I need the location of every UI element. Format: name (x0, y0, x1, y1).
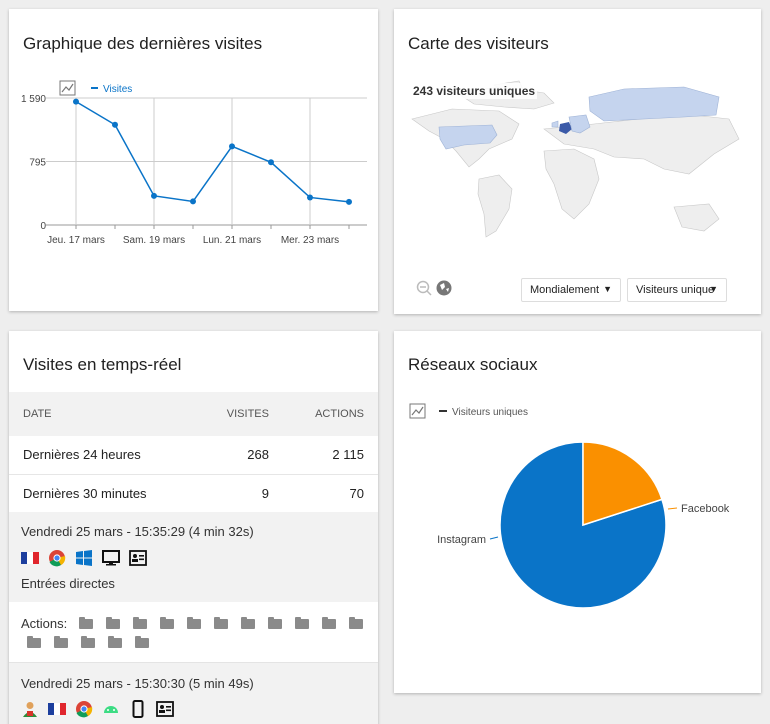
row-visits: 9 (196, 474, 283, 513)
column-header-visits: VISITES (196, 392, 283, 436)
folder-icon[interactable] (214, 617, 228, 629)
social-networks-card: Réseaux sociaux Visiteurs uniques Instag… (394, 331, 761, 693)
visit-datetime: Vendredi 25 mars - 15:30:30 (5 min 49s) (21, 676, 254, 691)
chevron-down-icon: ▼ (709, 284, 718, 294)
metric-select-value: Visiteurs unique (636, 284, 715, 296)
visits-line-chart: Visites 1 590 795 0Jeu. 17 mars Sam. 19 mar… (21, 80, 367, 246)
data-point[interactable] (73, 98, 79, 105)
folder-icon[interactable] (160, 617, 174, 629)
x-tick-label: Mer. 23 mars (281, 235, 339, 246)
data-point[interactable] (151, 192, 157, 199)
pie-label-facebook: Facebook (681, 503, 730, 515)
y-tick-label: 1 590 (21, 94, 46, 105)
table-row: Dernières 30 minutes 9 70 (9, 474, 378, 513)
folder-icon[interactable] (81, 636, 95, 648)
column-header-date: DATE (9, 392, 197, 436)
folder-icon[interactable] (187, 617, 201, 629)
zoom-out-icon[interactable] (416, 280, 432, 296)
data-point[interactable] (307, 194, 313, 201)
folder-icon[interactable] (241, 617, 255, 629)
android-icon (104, 706, 118, 713)
table-row: Dernières 24 heures 268 2 115 (9, 436, 378, 475)
visitor-map-card: Carte des visiteurs 243 visiteurs unique… (394, 9, 761, 314)
data-point[interactable] (112, 121, 118, 128)
y-tick-label: 795 (29, 158, 46, 169)
chrome-icon (76, 701, 93, 718)
data-point[interactable] (268, 159, 274, 166)
folder-icon[interactable] (106, 617, 120, 629)
folder-icon[interactable] (322, 617, 336, 629)
actions-label: Actions: (21, 616, 68, 631)
chart-type-icon[interactable] (59, 80, 76, 96)
social-pie-chart: Visiteurs uniques Instagram Facebook (409, 403, 730, 609)
world-map[interactable] (394, 79, 761, 254)
row-actions: 2 115 (282, 436, 378, 475)
folder-icon[interactable] (349, 617, 363, 629)
smartphone-icon (132, 700, 144, 718)
y-tick-label: 0 (40, 221, 46, 232)
visitor-profile-icon[interactable] (21, 700, 39, 718)
data-point[interactable] (190, 198, 196, 205)
realtime-visits-card: Visites en temps-réel DATE VISITES ACTIO… (9, 331, 378, 724)
pie-label-connector (489, 536, 499, 540)
folder-icon[interactable] (135, 636, 149, 648)
contact-card-icon (129, 550, 147, 566)
x-tick-label: Sam. 19 mars (123, 235, 185, 246)
folder-icon[interactable] (27, 636, 41, 648)
visit-actions: Actions: (9, 602, 378, 662)
scope-select[interactable]: Mondialement ▼ (521, 278, 621, 302)
visit-datetime: Vendredi 25 mars - 15:35:29 (4 min 32s) (21, 524, 254, 539)
visit-referrer: Entrées directes (21, 576, 115, 591)
x-tick-label: Jeu. 17 mars (47, 235, 105, 246)
visit-log-entry[interactable]: Vendredi 25 mars - 15:30:30 (5 min 49s) (9, 662, 378, 724)
series-line-visites (75, 100, 350, 203)
visitor-map-title: Carte des visiteurs (408, 34, 549, 53)
flag-france-icon (21, 552, 39, 564)
legend-label: Visites (103, 84, 132, 95)
map-russia[interactable] (588, 86, 720, 122)
visit-log-entry[interactable]: Vendredi 25 mars - 15:35:29 (4 min 32s) … (9, 512, 378, 602)
unique-visitors-count: 243 visiteurs uniques (411, 83, 538, 99)
metric-select[interactable]: Visiteurs unique ▼ (627, 278, 727, 302)
chrome-icon (49, 550, 66, 567)
action-icons-row-1 (79, 617, 363, 629)
pie-label-connector (667, 507, 678, 510)
action-icons-row-2 (27, 636, 149, 648)
legend-label: Visiteurs uniques (452, 407, 528, 418)
row-label: Dernières 30 minutes (9, 474, 197, 513)
windows-icon (76, 550, 92, 566)
folder-icon[interactable] (295, 617, 309, 629)
folder-icon[interactable] (133, 617, 147, 629)
folder-icon[interactable] (108, 636, 122, 648)
contact-card-icon (156, 701, 174, 717)
data-point[interactable] (346, 198, 352, 205)
folder-icon[interactable] (79, 617, 93, 629)
visits-graph-card: Graphique des dernières visites Visites … (9, 9, 378, 311)
chevron-down-icon: ▼ (603, 284, 612, 294)
globe-icon[interactable] (436, 280, 452, 296)
desktop-icon (102, 550, 120, 566)
row-label: Dernières 24 heures (9, 436, 197, 475)
folder-icon[interactable] (268, 617, 282, 629)
folder-icon[interactable] (54, 636, 68, 648)
row-visits: 268 (196, 436, 283, 475)
column-header-actions: ACTIONS (282, 392, 378, 436)
row-actions: 70 (282, 474, 378, 513)
realtime-table: DATE VISITES ACTIONS Dernières 24 heures… (9, 392, 378, 513)
x-tick-label: Lun. 21 mars (203, 235, 261, 246)
pie-label-instagram: Instagram (437, 534, 486, 546)
flag-france-icon (48, 703, 66, 715)
chart-type-icon[interactable] (409, 403, 426, 419)
realtime-title: Visites en temps-réel (23, 355, 182, 374)
table-header-row: DATE VISITES ACTIONS (9, 392, 378, 436)
scope-select-value: Mondialement (530, 284, 600, 296)
data-point[interactable] (229, 143, 235, 150)
